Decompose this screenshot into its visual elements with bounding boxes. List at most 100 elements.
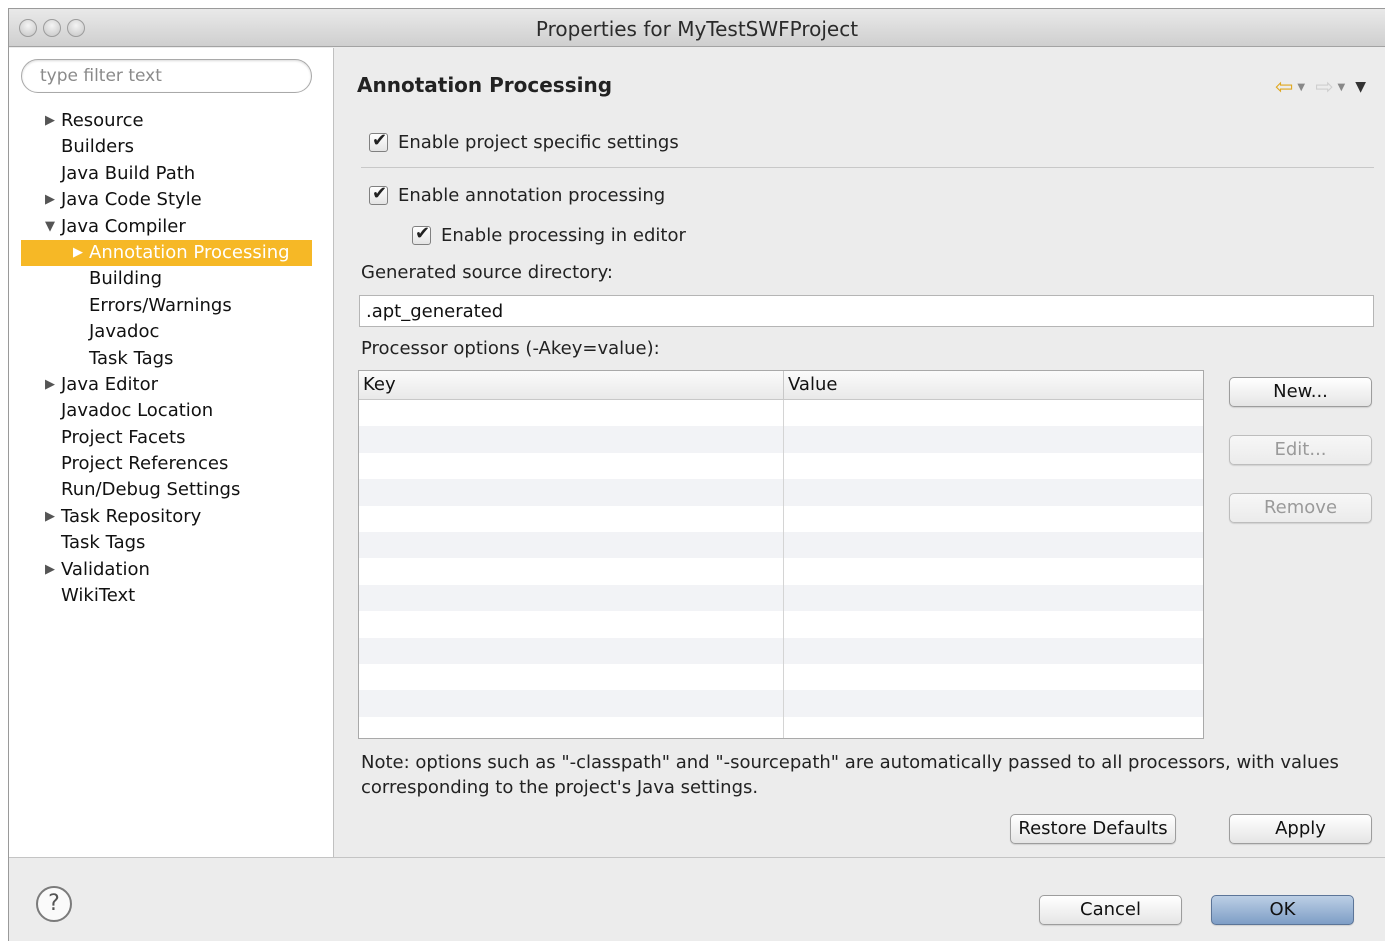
table-row[interactable] xyxy=(359,479,1203,506)
sidebar-item-label: Java Code Style xyxy=(61,189,202,211)
sidebar-item-label: Task Tags xyxy=(61,532,146,554)
sidebar-item-java-compiler[interactable]: ▼ Java Compiler xyxy=(9,214,333,240)
ok-button[interactable]: OK xyxy=(1211,895,1354,925)
sidebar-item-label: Task Repository xyxy=(61,505,202,527)
checkbox-checked-icon[interactable] xyxy=(412,223,431,245)
collapsed-arrow-icon[interactable]: ▶ xyxy=(45,187,55,213)
column-header-value[interactable]: Value xyxy=(783,371,1203,400)
sidebar-item-java-code-style[interactable]: ▶ Java Code Style xyxy=(9,187,333,213)
enable-project-specific-checkbox[interactable]: Enable project specific settings xyxy=(369,130,679,153)
collapsed-arrow-icon[interactable]: ▶ xyxy=(45,557,55,583)
sidebar-item-task-repository[interactable]: ▶ Task Repository xyxy=(9,504,333,530)
table-row[interactable] xyxy=(359,400,1203,426)
table-row[interactable] xyxy=(359,690,1203,717)
sidebar-item-building[interactable]: Building xyxy=(9,266,333,292)
sidebar-item-javadoc[interactable]: Javadoc xyxy=(9,319,333,345)
table-row[interactable] xyxy=(359,717,1203,738)
generated-source-input[interactable] xyxy=(359,295,1374,327)
collapsed-arrow-icon[interactable]: ▶ xyxy=(45,108,55,134)
collapsed-arrow-icon[interactable]: ▶ xyxy=(45,504,55,530)
column-divider xyxy=(783,400,784,738)
sidebar-item-java-build-path[interactable]: Java Build Path xyxy=(9,161,333,187)
expanded-arrow-icon[interactable]: ▼ xyxy=(45,214,55,240)
sidebar-item-label: Project References xyxy=(61,453,229,475)
help-icon[interactable]: ? xyxy=(36,886,72,922)
note-text: Note: options such as "-classpath" and "… xyxy=(361,752,1339,798)
table-row[interactable] xyxy=(359,453,1203,479)
sidebar-item-label: Javadoc xyxy=(89,321,160,343)
table-row[interactable] xyxy=(359,584,1203,612)
sidebar-item-label: Javadoc Location xyxy=(61,400,214,422)
sidebar-item-label: Run/Debug Settings xyxy=(61,479,241,501)
sidebar-item-errors-warnings[interactable]: Errors/Warnings xyxy=(9,293,333,319)
title-bar: Properties for MyTestSWFProject xyxy=(9,9,1385,47)
table-row[interactable] xyxy=(359,637,1203,664)
page-nav: ⇦ ▼ ⇨ ▼ ▼ xyxy=(1275,74,1366,100)
sidebar-item-label: Annotation Processing xyxy=(89,241,290,263)
sidebar-item-wikitext[interactable]: WikiText xyxy=(9,583,333,609)
remove-button[interactable]: Remove xyxy=(1229,493,1372,523)
sidebar-item-label: WikiText xyxy=(61,585,136,607)
table-row[interactable] xyxy=(359,506,1203,532)
sidebar-item-java-editor[interactable]: ▶ Java Editor xyxy=(9,372,333,398)
sidebar-item-label: Java Build Path xyxy=(61,162,196,184)
view-menu-icon[interactable]: ▼ xyxy=(1355,79,1366,95)
cancel-button[interactable]: Cancel xyxy=(1039,895,1182,925)
table-row[interactable] xyxy=(359,664,1203,690)
table-row[interactable] xyxy=(359,611,1203,637)
table-body xyxy=(359,400,1203,738)
table-row[interactable] xyxy=(359,558,1203,584)
collapsed-arrow-icon[interactable]: ▶ xyxy=(45,372,55,398)
new-button[interactable]: New... xyxy=(1229,377,1372,407)
preference-sidebar: ▶ Resource Builders Java Build Path ▶ Java Co… xyxy=(9,48,334,857)
back-arrow-icon[interactable]: ⇦ xyxy=(1275,75,1293,100)
sidebar-item-label: Task Tags xyxy=(89,347,174,369)
sidebar-item-javadoc-location[interactable]: Javadoc Location xyxy=(9,398,333,424)
table-row[interactable] xyxy=(359,426,1203,453)
page-title: Annotation Processing xyxy=(357,73,613,97)
table-header: Key Value xyxy=(359,371,1203,400)
sidebar-item-annotation-processing[interactable]: ▶ Annotation Processing xyxy=(21,239,312,267)
sidebar-item-task-tags[interactable]: Task Tags xyxy=(9,530,333,556)
enable-annotation-processing-checkbox[interactable]: Enable annotation processing xyxy=(369,183,666,206)
dialog-button-bar: ? Cancel OK xyxy=(9,857,1385,941)
sidebar-item-label: Errors/Warnings xyxy=(89,294,232,316)
enable-processing-in-editor-label: Enable processing in editor xyxy=(441,225,686,246)
properties-dialog: Properties for MyTestSWFProject ▶ Resourc… xyxy=(8,8,1385,941)
sidebar-item-label: Resource xyxy=(61,110,144,131)
checkbox-checked-icon[interactable] xyxy=(369,130,388,152)
sidebar-item-project-facets[interactable]: Project Facets xyxy=(9,425,333,451)
back-history-dropdown[interactable]: ▼ xyxy=(1297,82,1305,93)
sidebar-item-task-tags[interactable]: Task Tags xyxy=(9,346,333,372)
filter-input[interactable] xyxy=(21,59,312,93)
sidebar-item-label: Java Editor xyxy=(61,373,159,395)
checkbox-checked-icon[interactable] xyxy=(369,183,388,205)
processor-options-table[interactable]: Key Value xyxy=(358,370,1204,739)
sidebar-item-label: Builders xyxy=(61,136,135,158)
collapsed-arrow-icon[interactable]: ▶ xyxy=(73,240,83,266)
sidebar-item-resource[interactable]: ▶ Resource xyxy=(9,108,333,134)
sidebar-item-run-debug-settings[interactable]: Run/Debug Settings xyxy=(9,477,333,503)
processor-options-label: Processor options (-Akey=value): xyxy=(361,338,660,359)
separator xyxy=(361,167,1374,168)
edit-button[interactable]: Edit... xyxy=(1229,435,1372,465)
sidebar-item-label: Validation xyxy=(61,558,150,580)
sidebar-item-validation[interactable]: ▶ Validation xyxy=(9,557,333,583)
sidebar-item-label: Building xyxy=(89,268,163,290)
column-header-key[interactable]: Key xyxy=(359,371,783,400)
window-title: Properties for MyTestSWFProject xyxy=(535,17,859,41)
forward-arrow-icon[interactable]: ⇨ xyxy=(1315,75,1333,100)
table-row[interactable] xyxy=(359,531,1203,559)
sidebar-item-builders[interactable]: Builders xyxy=(9,134,333,160)
sidebar-item-label: Java Compiler xyxy=(61,215,186,237)
annotation-processing-page: Annotation Processing ⇦ ▼ ⇨ ▼ ▼ Enable p… xyxy=(335,48,1385,857)
apply-button[interactable]: Apply xyxy=(1229,814,1372,844)
sidebar-item-label: Project Facets xyxy=(61,426,186,448)
enable-project-specific-label: Enable project specific settings xyxy=(398,132,679,153)
sidebar-item-project-references[interactable]: Project References xyxy=(9,451,333,477)
enable-annotation-processing-label: Enable annotation processing xyxy=(398,185,666,206)
enable-processing-in-editor-checkbox[interactable]: Enable processing in editor xyxy=(412,223,686,246)
generated-source-label: Generated source directory: xyxy=(361,262,613,283)
forward-history-dropdown[interactable]: ▼ xyxy=(1338,82,1346,93)
restore-defaults-button[interactable]: Restore Defaults xyxy=(1010,814,1176,844)
